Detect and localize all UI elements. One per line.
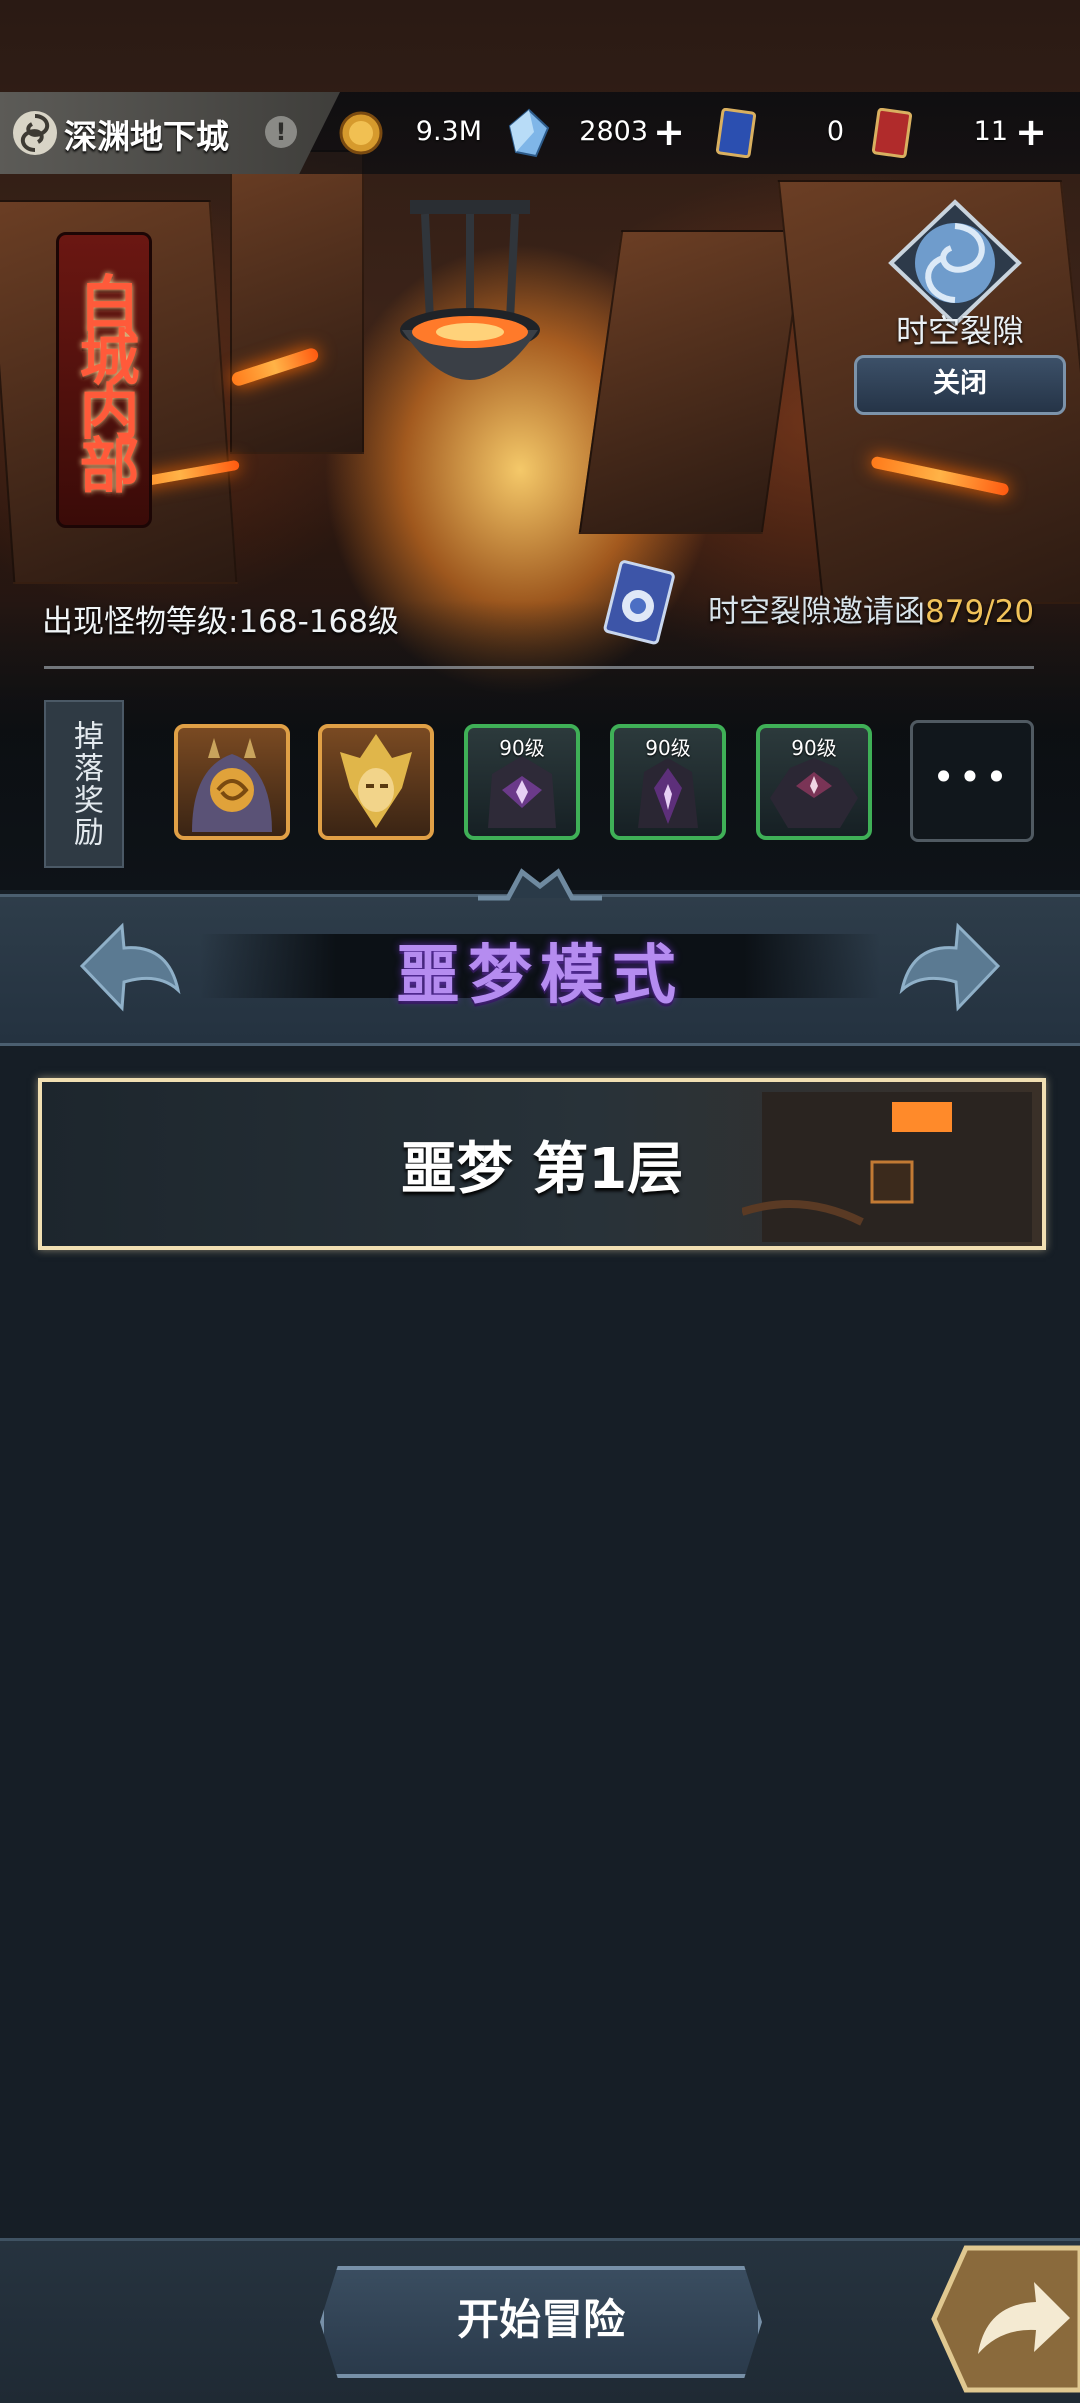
blue-card-icon [716,108,756,158]
crystal-value: 2803 [579,116,648,147]
gold-coin-icon [339,111,383,155]
reward-level: 90级 [499,736,545,760]
drop-rewards-label: 掉落奖励 [44,700,124,868]
floor-list-item[interactable]: 噩梦 第1层 [38,1078,1046,1250]
reward-item[interactable]: 90级 [610,724,726,840]
dungeon-title: 深渊地下城 [64,117,229,156]
divider [44,666,1034,669]
monster-level-text: 出现怪物等级:168-168级 [42,604,399,640]
gold-value: 9.3M [415,116,482,147]
reward-item[interactable]: 90级 [756,724,872,840]
golden-warrior-icon [340,734,412,828]
reward-item[interactable]: 90级 [464,724,580,840]
add-red-card-button[interactable]: + [1014,113,1048,151]
gold-resource: 9.3M [334,108,494,158]
arrow-left-icon[interactable] [78,920,182,1014]
red-card-value: 11 [973,116,1008,147]
hooded-monster-icon [192,738,272,832]
red-card-resource: 11 + [870,108,1070,158]
start-adventure-button[interactable]: 开始冒险 [320,2266,762,2378]
rift-label: 时空裂隙 [895,312,1024,350]
share-arrow-icon[interactable] [926,2244,1080,2394]
crystal-resource: 2803 + [504,108,694,158]
arrow-right-icon[interactable] [898,920,1002,1014]
close-rift-button[interactable]: 关闭 [854,355,1066,415]
info-icon[interactable]: ! [265,116,297,148]
invite-letter-icon [603,560,675,645]
floor-label: 噩梦 第1层 [400,1137,684,1202]
reward-level: 90级 [791,736,837,760]
blue-card-value: 0 [826,116,844,147]
ornament-icon [478,868,602,901]
crystal-icon [508,108,550,158]
cauldron-icon [400,200,540,380]
blue-card-resource: 0 [714,108,854,158]
reward-item[interactable] [174,724,290,840]
vortex-icon [13,111,57,155]
more-rewards-button[interactable]: ••• [910,720,1034,842]
reward-level: 90级 [645,736,691,760]
area-title-banner: 白城内部 [56,232,152,528]
reward-item[interactable] [318,724,434,840]
red-card-icon [872,108,912,158]
invite-label: 时空裂隙邀请函 [708,594,925,630]
invite-text: 时空裂隙邀请函879/20 [708,586,1034,631]
add-crystal-button[interactable]: + [652,113,686,151]
invite-count: 879/20 [925,594,1035,630]
